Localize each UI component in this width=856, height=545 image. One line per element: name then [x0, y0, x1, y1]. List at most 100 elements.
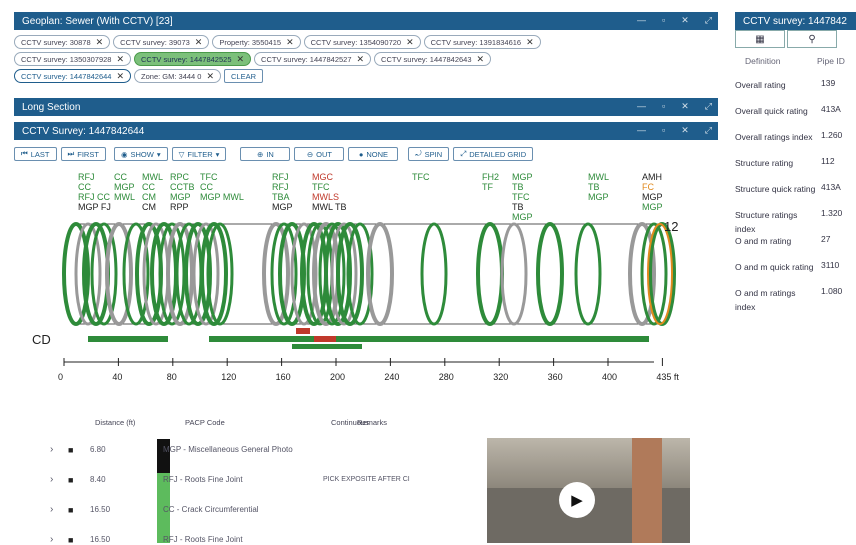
- close-icon[interactable]: ✕: [286, 37, 294, 48]
- close-icon[interactable]: ✕: [681, 125, 689, 136]
- close-icon[interactable]: ✕: [195, 37, 203, 48]
- first-button[interactable]: ⏭ FIRST: [60, 147, 106, 161]
- last-button[interactable]: ⏮ LAST: [14, 147, 57, 161]
- defect-code-label[interactable]: TFC: [312, 182, 330, 192]
- filter-chip[interactable]: CCTV survey: 1350307928 ✕: [14, 52, 132, 66]
- defect-code-label[interactable]: MGP FJ: [78, 202, 111, 212]
- close-icon[interactable]: ✕: [526, 37, 534, 48]
- defect-code-label[interactable]: FH2: [482, 172, 499, 182]
- filter-chip[interactable]: CCTV survey: 1447842525 ✕: [134, 52, 252, 66]
- restore-icon[interactable]: ▫: [662, 125, 665, 136]
- defect-code-label[interactable]: TFC: [200, 172, 218, 182]
- defect-code-label[interactable]: MGP MWL: [200, 192, 244, 202]
- defect-code-label[interactable]: TF: [482, 182, 493, 192]
- spin-button[interactable]: ⤾ SPIN: [408, 147, 450, 161]
- zoom-in-button[interactable]: ⊕ IN: [240, 147, 291, 161]
- video-player[interactable]: ▶: [487, 438, 690, 543]
- defect-code-label[interactable]: MGP: [588, 192, 609, 202]
- defect-code-label[interactable]: TB: [512, 202, 524, 212]
- defect-code-label[interactable]: MGP: [642, 202, 663, 212]
- restore-icon[interactable]: ▫: [662, 15, 665, 26]
- defect-code-label[interactable]: CC: [114, 172, 127, 182]
- chevron-right-icon[interactable]: ›: [50, 504, 68, 515]
- pipe-ring[interactable]: [574, 222, 602, 326]
- defect-code-label[interactable]: RFJ CC: [78, 192, 110, 202]
- filter-chip[interactable]: CCTV survey: 30878 ✕: [14, 35, 111, 49]
- defect-bar[interactable]: [314, 336, 336, 342]
- defect-code-label[interactable]: MGP: [272, 202, 293, 212]
- close-icon[interactable]: ✕: [681, 15, 689, 26]
- defect-code-label[interactable]: MWL: [142, 172, 163, 182]
- defect-code-label[interactable]: MWL TB: [312, 202, 347, 212]
- defect-code-label[interactable]: TFC: [512, 192, 530, 202]
- pipe-diagram[interactable]: CD 12 0 40 80 120 160 200 240 280 320 360 400 435 f…: [14, 168, 714, 388]
- close-icon[interactable]: ✕: [357, 54, 365, 65]
- defect-code-label[interactable]: MGC: [312, 172, 333, 182]
- filter-button[interactable]: ▽ FILTER ▾: [171, 147, 227, 161]
- pipe-ring[interactable]: [420, 222, 448, 326]
- defect-bar[interactable]: [88, 336, 168, 342]
- defect-code-label[interactable]: MGP: [170, 192, 191, 202]
- defect-code-label[interactable]: FC: [642, 182, 654, 192]
- defect-code-label[interactable]: CC: [200, 182, 213, 192]
- pipe-ring[interactable]: [536, 222, 564, 326]
- chevron-right-icon[interactable]: ›: [50, 534, 68, 545]
- table-row[interactable]: › ■ 6.80 MGP - Miscellaneous General Photo: [50, 444, 480, 455]
- filter-chip[interactable]: CCTV survey: 1391834616 ✕: [423, 35, 541, 49]
- detailed-grid-button[interactable]: ⤢ DETAILED GRID: [453, 147, 534, 161]
- defect-code-label[interactable]: MGP: [114, 182, 135, 192]
- defect-code-label[interactable]: CC: [78, 182, 91, 192]
- defect-code-label[interactable]: MWL: [114, 192, 135, 202]
- defect-code-label[interactable]: TFC: [412, 172, 430, 182]
- close-icon[interactable]: ✕: [477, 54, 485, 65]
- defect-code-label[interactable]: MGP: [642, 192, 663, 202]
- close-icon[interactable]: ✕: [206, 71, 214, 82]
- expand-icon[interactable]: ⤢: [705, 15, 712, 26]
- minimize-icon[interactable]: —: [637, 101, 646, 112]
- table-icon[interactable]: ▦: [735, 30, 785, 48]
- defect-code-label[interactable]: TB: [588, 182, 600, 192]
- show-button[interactable]: ◉ SHOW ▾: [113, 147, 168, 161]
- expand-icon[interactable]: ⤢: [705, 125, 712, 136]
- defect-code-label[interactable]: RFJ: [272, 172, 289, 182]
- defect-code-label[interactable]: RFJ: [78, 172, 95, 182]
- defect-code-label[interactable]: MWLS: [312, 192, 339, 202]
- close-icon[interactable]: ✕: [116, 54, 124, 65]
- camera-icon[interactable]: ■: [68, 505, 90, 515]
- defect-code-label[interactable]: CC: [142, 182, 155, 192]
- close-icon[interactable]: ✕: [96, 37, 104, 48]
- filter-chip[interactable]: CCTV survey: 1447842643 ✕: [374, 52, 492, 66]
- defect-code-label[interactable]: AMH: [642, 172, 662, 182]
- pipe-ring[interactable]: [476, 222, 504, 326]
- defect-bar[interactable]: [209, 336, 649, 342]
- defect-code-label[interactable]: MGP: [512, 172, 533, 182]
- defect-code-label[interactable]: CCTB: [170, 182, 195, 192]
- minimize-icon[interactable]: —: [637, 15, 646, 26]
- restore-icon[interactable]: ▫: [662, 101, 665, 112]
- pipe-ring[interactable]: [500, 222, 528, 326]
- chevron-right-icon[interactable]: ›: [50, 444, 68, 455]
- close-icon[interactable]: ✕: [406, 37, 414, 48]
- close-icon[interactable]: ✕: [236, 54, 244, 65]
- defect-code-label[interactable]: MWL: [588, 172, 609, 182]
- defect-code-label[interactable]: RFJ: [272, 182, 289, 192]
- minimize-icon[interactable]: —: [637, 125, 646, 136]
- filter-chip[interactable]: CCTV survey: 1447842527 ✕: [254, 52, 372, 66]
- filter-chip[interactable]: Property: 3550415 ✕: [212, 35, 301, 49]
- table-row[interactable]: › ■ 16.50 CC - Crack Circumferential: [50, 504, 480, 515]
- geoplan-bar[interactable]: Geoplan: Sewer (With CCTV) [23] — ▫ ✕ ⤢: [14, 12, 718, 30]
- filter-chip[interactable]: CCTV survey: 39073 ✕: [113, 35, 210, 49]
- zoom-out-button[interactable]: ⊖ OUT: [294, 147, 345, 161]
- table-row[interactable]: › ■ 16.50 RFJ - Roots Fine Joint: [50, 534, 480, 545]
- chevron-right-icon[interactable]: ›: [50, 474, 68, 485]
- defect-bar[interactable]: [292, 344, 362, 349]
- camera-icon[interactable]: ■: [68, 535, 90, 545]
- defect-code-label[interactable]: CM: [142, 202, 156, 212]
- play-icon[interactable]: ▶: [559, 482, 595, 518]
- camera-icon[interactable]: ■: [68, 475, 90, 485]
- defect-code-label[interactable]: RPP: [170, 202, 189, 212]
- close-icon[interactable]: ✕: [116, 71, 124, 82]
- table-row[interactable]: › ■ 8.40 RFJ - Roots Fine Joint PICK EXPOSIT…: [50, 474, 480, 485]
- defect-code-label[interactable]: TBA: [272, 192, 290, 202]
- long-section-bar[interactable]: Long Section — ▫ ✕ ⤢: [14, 98, 718, 116]
